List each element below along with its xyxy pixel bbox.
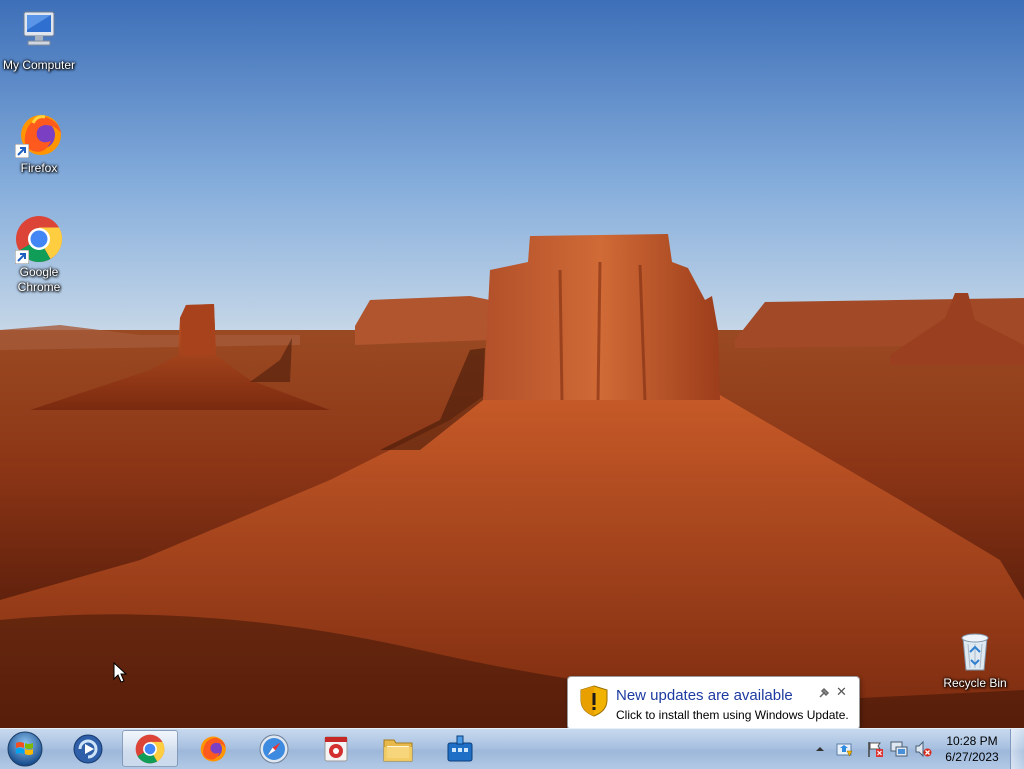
- network-icon[interactable]: [890, 740, 908, 758]
- taskbar-media-center-button[interactable]: [60, 730, 116, 767]
- notification-close-button[interactable]: ✕: [836, 684, 847, 700]
- desktop-wallpaper: [0, 0, 1024, 728]
- update-notification-balloon[interactable]: New updates are available Click to insta…: [567, 676, 860, 730]
- windows-start-orb-icon[interactable]: [4, 730, 46, 768]
- shortcut-arrow-icon: [15, 250, 29, 264]
- taskbar-chrome-button[interactable]: [122, 730, 178, 767]
- system-clock[interactable]: 10:28 PM 6/27/2023: [936, 733, 1008, 765]
- desktop-icon-label: Google Chrome: [17, 265, 61, 294]
- media-center-icon: [73, 734, 103, 763]
- desktop-icon-label: Firefox: [20, 161, 58, 175]
- taskbar-red-app-button[interactable]: [308, 730, 364, 767]
- red-app-icon: [324, 736, 348, 761]
- folder-icon: [383, 739, 413, 761]
- clock-date: 6/27/2023: [945, 750, 999, 764]
- chrome-icon: [135, 734, 165, 763]
- desktop-icon-firefox[interactable]: Firefox: [0, 111, 78, 176]
- show-desktop-button[interactable]: [1010, 729, 1024, 769]
- taskbar-file-explorer-button[interactable]: [370, 730, 426, 767]
- blue-network-icon: [447, 735, 473, 761]
- shortcut-arrow-icon: [15, 144, 29, 158]
- firefox-icon: [200, 736, 226, 761]
- safari-compass-icon: [259, 734, 289, 763]
- mouse-cursor-icon: [113, 662, 127, 683]
- taskbar-safari-button[interactable]: [246, 730, 302, 767]
- recycle-bin-icon: [961, 633, 989, 671]
- warning-shield-icon: [580, 685, 608, 717]
- show-hidden-chevron-icon[interactable]: [815, 744, 825, 754]
- clock-time: 10:28 PM: [946, 734, 998, 748]
- volume-muted-icon[interactable]: [914, 740, 932, 758]
- windows-update-icon[interactable]: [835, 740, 853, 758]
- action-center-flag-icon[interactable]: [866, 740, 884, 758]
- desktop-icon-google-chrome[interactable]: Google Chrome: [0, 215, 78, 295]
- notification-body[interactable]: Click to install them using Windows Upda…: [616, 708, 849, 722]
- notification-options-icon[interactable]: [818, 687, 830, 699]
- desktop-icon-label: Recycle Bin: [943, 676, 1007, 690]
- desktop-icon-label: My Computer: [2, 58, 76, 72]
- notification-title[interactable]: New updates are available: [616, 687, 793, 704]
- computer-icon: [23, 11, 55, 46]
- desktop-icon-my-computer[interactable]: My Computer: [0, 8, 78, 73]
- taskbar-network-app-button[interactable]: [432, 730, 488, 767]
- taskbar-firefox-button[interactable]: [184, 730, 240, 767]
- desktop-icon-recycle-bin[interactable]: Recycle Bin: [936, 630, 1014, 691]
- taskbar: 10:28 PM 6/27/2023: [0, 728, 1024, 769]
